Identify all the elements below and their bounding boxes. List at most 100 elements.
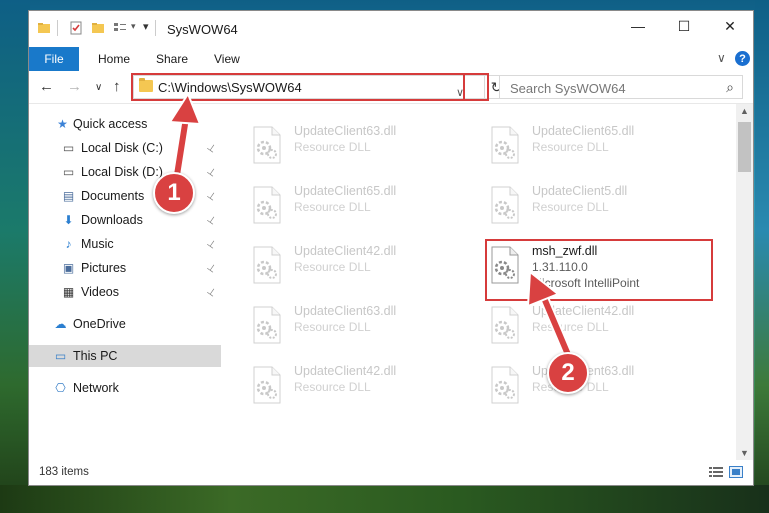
drive-icon: ▭ [62, 165, 75, 179]
maximize-icon: ☐ [677, 17, 691, 34]
documents-icon: ▤ [62, 189, 75, 203]
file-name: UpdateClient42.dll [532, 304, 635, 318]
sidebar-item-videos[interactable]: ▦ Videos ⊥ [29, 281, 221, 303]
sidebar-item-quick-access[interactable]: ★ Quick access [29, 113, 221, 135]
sidebar-item-label: Local Disk (D:) [81, 165, 163, 179]
refresh-highlight-box [463, 73, 489, 101]
navigation-pane: ★ Quick access ▭ Local Disk (C:) ⊥ ▭ Local Dis… [29, 104, 221, 456]
search-icon[interactable]: ⌕ [726, 79, 734, 96]
sidebar-item-this-pc[interactable]: ▭ This PC [29, 345, 221, 367]
tab-home[interactable]: Home [98, 52, 130, 66]
file-item[interactable]: UpdateClient42.dll Resource DLL [252, 242, 482, 292]
file-name: UpdateClient42.dll [294, 244, 397, 258]
file-item[interactable]: UpdateClient5.dll Resource DLL [490, 182, 720, 232]
scroll-down-icon[interactable]: ▼ [740, 448, 749, 458]
tab-share[interactable]: Share [156, 52, 188, 66]
navigation-bar: ← → ∨ ↑ C:\Windows\SysWOW64 ∨ ↻ Search S… [29, 71, 753, 104]
file-item[interactable]: UpdateClient63.dllResource DLL [490, 362, 720, 412]
step-2-badge: 2 [547, 352, 589, 394]
file-description: Resource DLL [294, 320, 371, 334]
item-count: 183 items [39, 466, 89, 478]
file-item[interactable]: UpdateClient42.dll Resource DLL [490, 302, 720, 352]
tab-view[interactable]: View [214, 52, 240, 66]
forward-button[interactable]: → [67, 78, 82, 95]
sidebar-item-music[interactable]: ♪ Music ⊥ [29, 233, 221, 255]
pin-icon[interactable]: ⊥ [205, 141, 218, 155]
qat-dropdown-icon[interactable]: ▾ [131, 21, 136, 32]
tab-file[interactable]: File [29, 47, 79, 71]
sidebar-item-onedrive[interactable]: ☁ OneDrive [29, 313, 221, 335]
dll-file-icon [491, 126, 519, 164]
sidebar-item-label: Network [73, 381, 119, 395]
sidebar-item-local-disk-c[interactable]: ▭ Local Disk (C:) ⊥ [29, 137, 221, 159]
file-item[interactable]: UpdateClient63.dll Resource DLL [252, 122, 482, 172]
close-button[interactable]: ✕ [707, 11, 753, 41]
new-folder-icon[interactable] [91, 21, 105, 35]
dll-file-icon [253, 186, 281, 224]
drive-icon: ▭ [62, 141, 75, 155]
maximize-button[interactable]: ☐ [661, 11, 707, 41]
up-button[interactable]: ↑ [113, 78, 121, 95]
file-item[interactable]: UpdateClient65.dll Resource DLL [490, 122, 720, 172]
qat-expand-icon[interactable]: ▾ [143, 20, 149, 33]
dll-file-icon [491, 306, 519, 344]
vertical-scrollbar[interactable]: ▲ ▼ [736, 104, 753, 460]
pin-icon[interactable]: ⊥ [205, 165, 218, 179]
sidebar-item-network[interactable]: ⎔ Network [29, 377, 221, 399]
properties-icon[interactable] [69, 21, 83, 35]
file-name: UpdateClient5.dll [532, 184, 628, 198]
search-box[interactable]: Search SysWOW64 ⌕ [499, 75, 743, 99]
divider [155, 20, 156, 36]
customize-qat-icon[interactable] [113, 21, 127, 35]
desktop-background-left [0, 0, 30, 513]
file-name: UpdateClient65.dll [294, 184, 397, 198]
desktop-background-right [755, 0, 769, 513]
sidebar-item-downloads[interactable]: ⬇ Downloads ⊥ [29, 209, 221, 231]
sidebar-item-pictures[interactable]: ▣ Pictures ⊥ [29, 257, 221, 279]
ribbon-tabs: File Home Share View ∨ ? [29, 47, 753, 71]
sidebar-item-label: Music [81, 237, 114, 251]
details-view-icon[interactable] [709, 466, 723, 478]
help-icon[interactable]: ? [735, 51, 750, 66]
file-item[interactable]: UpdateClient63.dllResource DLL [252, 302, 482, 352]
file-description: Resource DLL [294, 200, 371, 214]
pin-icon[interactable]: ⊥ [205, 285, 218, 299]
file-name: UpdateClient65.dll [532, 124, 635, 138]
large-icons-view-icon[interactable] [729, 466, 743, 478]
file-name: UpdateClient42.dll [294, 364, 397, 378]
file-description: Resource DLL [294, 260, 371, 274]
file-item[interactable]: UpdateClient42.dll Resource DLL [252, 362, 482, 412]
sidebar-item-label: Pictures [81, 261, 127, 275]
file-description: Resource DLL [294, 380, 371, 394]
pin-icon[interactable]: ⊥ [205, 213, 218, 227]
pin-icon[interactable]: ⊥ [205, 237, 218, 251]
file-description: Resource DLL [294, 140, 371, 154]
ribbon-expand-icon[interactable]: ∨ [717, 51, 726, 65]
explorer-window: ▾ ▾ SysWOW64 — ☐ ✕ File Home Share View … [28, 10, 754, 486]
minimize-button[interactable]: — [615, 11, 661, 41]
scroll-thumb[interactable] [738, 122, 751, 172]
back-button[interactable]: ← [39, 78, 54, 95]
search-input[interactable]: Search SysWOW64 [510, 81, 626, 96]
file-description: Resource DLL [532, 200, 609, 214]
star-icon: ★ [57, 117, 68, 131]
recent-locations-button[interactable]: ∨ [95, 82, 102, 93]
pin-icon[interactable]: ⊥ [205, 261, 218, 275]
dll-file-icon [253, 126, 281, 164]
close-icon: ✕ [724, 17, 736, 34]
divider [57, 20, 58, 36]
dll-file-icon [253, 306, 281, 344]
sidebar-item-label: This PC [73, 349, 118, 363]
sidebar-item-label: Documents [81, 189, 145, 203]
scroll-up-icon[interactable]: ▲ [740, 106, 749, 116]
file-item[interactable]: UpdateClient65.dll Resource DLL [252, 182, 482, 232]
file-name: UpdateClient63.dll [294, 124, 397, 138]
sidebar-item-local-disk-d[interactable]: ▭ Local Disk (D:) ⊥ [29, 161, 221, 183]
status-bar: 183 items [29, 461, 753, 485]
computer-icon: ▭ [54, 349, 67, 363]
file-description: Resource DLL [532, 140, 609, 154]
pin-icon[interactable]: ⊥ [205, 189, 218, 203]
sidebar-item-label: Downloads [81, 213, 143, 227]
minimize-icon: — [631, 18, 645, 34]
file-list: UpdateClient63.dll Resource DLL UpdateClie… [222, 104, 736, 460]
